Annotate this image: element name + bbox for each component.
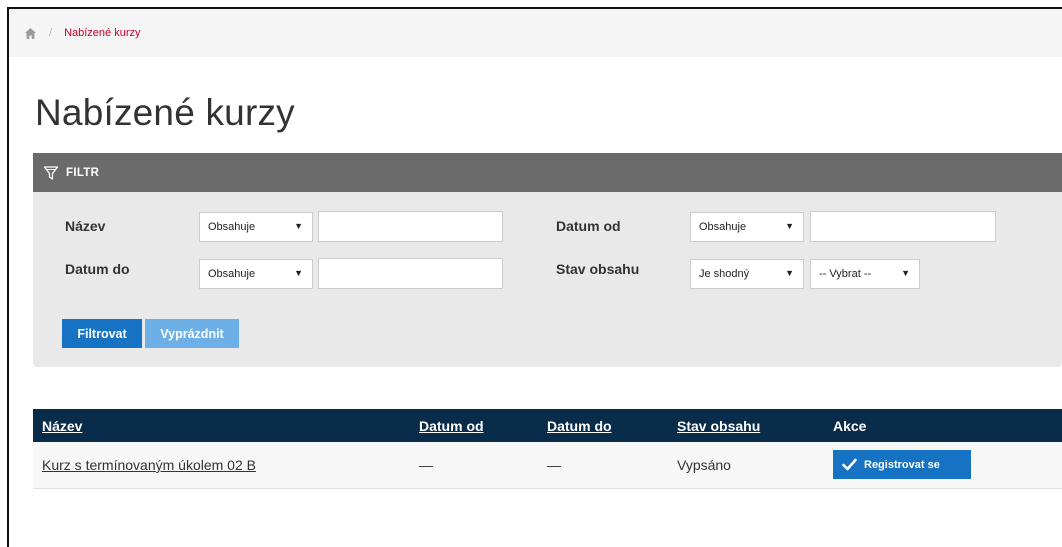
breadcrumb-current[interactable]: Nabízené kurzy [64,27,140,39]
chevron-down-icon: ▼ [785,221,794,231]
chevron-down-icon: ▼ [294,268,303,278]
table-row: Kurz s termínovaným úkolem 02 B — — Vyps… [33,442,1062,488]
page-title: Nabízené kurzy [35,92,295,133]
filter-operator-stav-obsahu-value: Je shodný [699,268,750,280]
filter-label-datum-od: Datum od [556,218,621,234]
filter-apply-button[interactable]: Filtrovat [62,319,142,348]
column-header-datum-od-label: Datum od [419,417,484,434]
cell-name: Kurz s termínovaným úkolem 02 B [33,442,419,488]
filter-funnel-icon [43,165,59,181]
column-header-stav-obsahu-label: Stav obsahu [677,417,761,434]
filter-clear-button[interactable]: Vyprázdnit [145,319,239,348]
chevron-down-icon: ▼ [785,268,794,278]
filter-header-label: FILTR [66,166,100,179]
filter-operator-nazev[interactable]: Obsahuje ▼ [199,212,313,242]
register-button-label: Registrovat se [864,458,940,471]
filter-label-datum-do: Datum do [65,261,130,277]
window-frame-left [7,7,9,547]
check-icon [842,458,857,471]
table-header-row: Název Datum od Datum do Stav obsahu Akce [33,409,1062,442]
filter-operator-stav-obsahu[interactable]: Je shodný ▼ [690,259,804,289]
column-header-nazev[interactable]: Název [33,409,419,442]
course-link[interactable]: Kurz s termínovaným úkolem 02 B [42,457,256,473]
filter-panel: FILTR Název Obsahuje ▼ Datum od Obsahuje… [33,153,1062,367]
filter-label-nazev: Název [65,218,106,234]
column-header-nazev-label: Název [42,417,83,434]
filter-select-stav-obsahu-value: -- Vybrat -- [819,268,872,280]
filter-operator-nazev-value: Obsahuje [208,221,256,233]
column-header-datum-od[interactable]: Datum od [419,409,547,442]
filter-input-datum-do[interactable] [318,258,503,289]
column-header-stav-obsahu[interactable]: Stav obsahu [677,409,833,442]
column-header-datum-do-label: Datum do [547,417,612,434]
filter-select-stav-obsahu[interactable]: -- Vybrat -- ▼ [810,259,920,289]
home-icon[interactable] [23,26,37,40]
cell-date-from: — [419,456,433,473]
filter-header[interactable]: FILTR [33,153,1062,192]
breadcrumb-separator: / [49,27,53,39]
filter-operator-datum-od-value: Obsahuje [699,221,747,233]
cell-status: Vypsáno [677,456,731,473]
column-header-akce: Akce [833,409,1062,442]
chevron-down-icon: ▼ [901,268,910,278]
filter-input-nazev[interactable] [318,211,503,242]
cell-date-to: — [547,456,561,473]
filter-label-stav-obsahu: Stav obsahu [556,261,640,277]
filter-operator-datum-do-value: Obsahuje [208,268,256,280]
breadcrumb: / Nabízené kurzy [9,9,1062,57]
courses-table: Název Datum od Datum do Stav obsahu Akce… [33,409,1062,489]
filter-operator-datum-do[interactable]: Obsahuje ▼ [199,259,313,289]
column-header-akce-label: Akce [833,417,867,434]
cell-action: Registrovat se [833,442,1062,488]
register-button[interactable]: Registrovat se [833,450,971,480]
chevron-down-icon: ▼ [294,221,303,231]
column-header-datum-do[interactable]: Datum do [547,409,677,442]
filter-input-datum-od[interactable] [810,211,996,242]
filter-operator-datum-od[interactable]: Obsahuje ▼ [690,212,804,242]
